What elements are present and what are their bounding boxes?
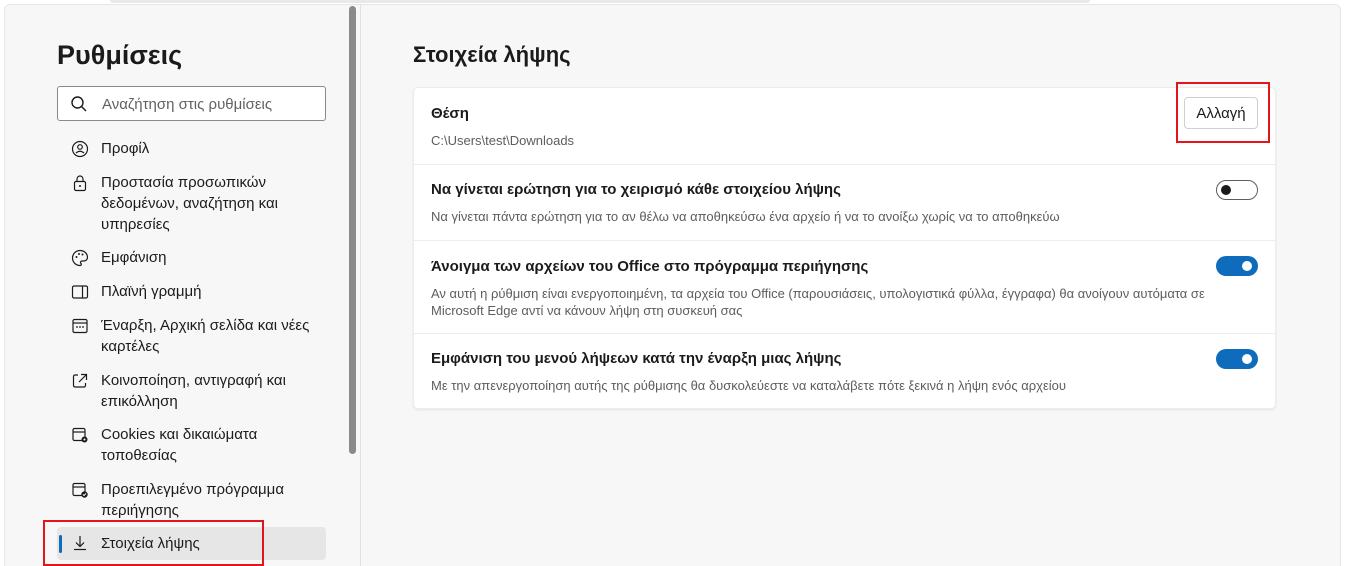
sidebar-item-sidebar[interactable]: Πλαϊνή γραμμή <box>57 281 326 305</box>
setting-description: Να γίνεται πάντα ερώτηση για το αν θέλω … <box>431 209 1060 224</box>
setting-title: Να γίνεται ερώτηση για το χειρισμό κάθε … <box>431 181 841 198</box>
address-bar-edge <box>110 0 1090 3</box>
settings-search[interactable] <box>57 86 326 121</box>
sidebar-item-label: Στοιχεία λήψης <box>101 535 200 552</box>
sidebar-item-label: Εμφάνιση <box>101 249 167 266</box>
change-location-button[interactable]: Αλλαγή <box>1184 97 1258 129</box>
settings-sidebar: Ρυθμίσεις Προφίλ Προστασία προσωπικών δε… <box>4 4 360 566</box>
setting-row: Άνοιγμα των αρχείων του Office στο πρόγρ… <box>414 241 1275 333</box>
location-title: Θέση <box>431 105 469 122</box>
sidebar-item-label: Προστασία προσωπικών δεδομένων, αναζήτησ… <box>101 174 278 233</box>
share-icon <box>71 372 89 390</box>
lock-icon <box>71 174 89 192</box>
download-icon <box>71 534 89 552</box>
profile-icon <box>71 140 89 158</box>
search-input[interactable] <box>102 93 317 115</box>
sidebar-item-label: Προφίλ <box>101 140 150 157</box>
sidebar-item-label: Cookies και δικαιώματα τοποθεσίας <box>101 426 258 464</box>
toggle-knob <box>1242 261 1252 271</box>
setting-title: Εμφάνιση του μενού λήψεων κατά την έναρξ… <box>431 350 842 367</box>
sidebar-item-share[interactable]: Κοινοποίηση, αντιγραφή και επικόλληση <box>57 370 326 415</box>
page-title: Στοιχεία λήψης <box>413 42 571 67</box>
setting-description: Αν αυτή η ρύθμιση είναι ενεργοποιημένη, … <box>431 286 1205 318</box>
sidebar-divider <box>360 4 361 566</box>
cookies-icon <box>71 426 89 444</box>
location-row: Θέση C:\Users\test\Downloads Αλλαγή <box>414 88 1275 164</box>
setting-title: Άνοιγμα των αρχείων του Office στο πρόγρ… <box>431 258 869 275</box>
palette-icon <box>71 249 89 267</box>
sidebar-item-label: Προεπιλεγμένο πρόγραμμα περιήγησης <box>101 481 284 519</box>
active-indicator <box>59 535 62 553</box>
sidebar-item-label: Έναρξη, Αρχική σελίδα και νέες καρτέλες <box>101 317 310 355</box>
setting-description: Με την απενεργοποίηση αυτής της ρύθμισης… <box>431 378 1067 393</box>
sidebar-icon <box>71 283 89 301</box>
sidebar-item-downloads[interactable]: Στοιχεία λήψης <box>57 527 326 560</box>
sidebar-item-profiles[interactable]: Προφίλ <box>57 138 326 162</box>
sidebar-title: Ρυθμίσεις <box>57 40 183 70</box>
toggle-knob <box>1221 185 1231 195</box>
sidebar-item-label: Πλαϊνή γραμμή <box>101 283 202 300</box>
open-office-files-toggle[interactable] <box>1216 256 1258 276</box>
sidebar-item-start-page[interactable]: Έναρξη, Αρχική σελίδα και νέες καρτέλες <box>57 315 326 360</box>
ask-download-toggle[interactable] <box>1216 180 1258 200</box>
setting-row: Να γίνεται ερώτηση για το χειρισμό κάθε … <box>414 165 1275 240</box>
location-path: C:\Users\test\Downloads <box>431 133 575 148</box>
search-icon <box>70 95 88 113</box>
setting-row: Εμφάνιση του μενού λήψεων κατά την έναρξ… <box>414 334 1275 409</box>
sidebar-item-default-browser[interactable]: Προεπιλεγμένο πρόγραμμα περιήγησης <box>57 479 326 524</box>
default-browser-icon <box>71 481 89 499</box>
sidebar-scrollbar[interactable] <box>349 6 356 454</box>
show-downloads-menu-toggle[interactable] <box>1216 349 1258 369</box>
start-page-icon <box>71 317 89 335</box>
toggle-knob <box>1242 354 1252 364</box>
sidebar-item-appearance[interactable]: Εμφάνιση <box>57 247 326 271</box>
sidebar-item-cookies[interactable]: Cookies και δικαιώματα τοποθεσίας <box>57 424 326 469</box>
sidebar-item-privacy[interactable]: Προστασία προσωπικών δεδομένων, αναζήτησ… <box>57 172 326 238</box>
sidebar-item-label: Κοινοποίηση, αντιγραφή και επικόλληση <box>101 372 286 410</box>
downloads-settings-card: Θέση C:\Users\test\Downloads Αλλαγή Να γ… <box>413 87 1276 409</box>
